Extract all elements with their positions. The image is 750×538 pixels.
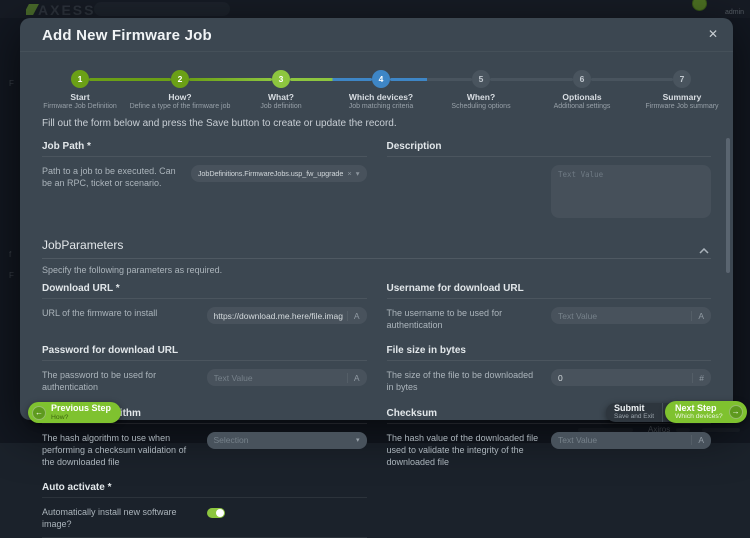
stepper-connector (189, 78, 272, 81)
text-type-icon: A (347, 373, 360, 383)
chevron-up-icon[interactable] (699, 241, 709, 259)
field-download-url: Download URL * URL of the firmware to in… (42, 276, 367, 338)
toggle-knob (216, 509, 224, 517)
previous-step-button[interactable]: ← Previous Step How? (28, 402, 121, 423)
section-title: JobParameters (42, 238, 711, 252)
stepper-connector (89, 78, 171, 81)
field-label: Auto activate * (42, 475, 367, 498)
job-parameters-section-header: JobParameters (42, 233, 711, 259)
step-7-sublabel: Firmware Job summary (620, 103, 744, 110)
arrow-right-icon: → (729, 405, 743, 419)
step-7-label: Summary (622, 92, 742, 102)
step-3-circle[interactable]: 3 (272, 70, 290, 88)
stepper-connector (290, 78, 372, 81)
file-size-input[interactable] (558, 373, 688, 383)
add-firmware-job-modal: Add New Firmware Job ✕ 1 2 3 4 5 6 7 Sta… (20, 18, 733, 420)
field-job-path: Job Path * Path to a job to be executed.… (42, 134, 367, 225)
arrow-left-icon: ← (32, 406, 46, 420)
section-subtitle: Specify the following parameters as requ… (42, 265, 711, 275)
button-label: Previous Step (51, 404, 111, 413)
checksum-input[interactable] (558, 435, 687, 445)
form-grid: Job Path * Path to a job to be executed.… (42, 134, 711, 538)
job-path-combobox[interactable]: JobDefinitions.FirmwareJobs.usp_fw_upgra… (191, 165, 367, 182)
text-type-icon: A (347, 311, 360, 321)
field-file-size: File size in bytes The size of the file … (387, 338, 712, 400)
step-2-circle[interactable]: 2 (171, 70, 189, 88)
username-input[interactable] (558, 311, 687, 321)
stepper-connector (490, 78, 573, 81)
job-path-value: JobDefinitions.FirmwareJobs.usp_fw_upgra… (198, 169, 343, 178)
field-label: Job Path * (42, 134, 367, 157)
field-help: The size of the file to be downloaded in… (387, 369, 540, 393)
field-help: URL of the firmware to install (42, 307, 195, 319)
button-label: Next Step (675, 404, 723, 413)
next-step-button[interactable]: Next Step Which devices? → (665, 401, 747, 423)
step-4-circle[interactable]: 4 (372, 70, 390, 88)
button-sublabel: Which devices? (675, 413, 723, 420)
field-help: The hash algorithm to use when performin… (42, 432, 195, 468)
stepper-connector (390, 78, 472, 81)
button-sublabel: Save and Exit (614, 414, 654, 421)
field-label: Password for download URL (42, 338, 367, 361)
field-label: Description (387, 134, 712, 157)
modal-title: Add New Firmware Job (42, 27, 711, 44)
button-sublabel: How? (51, 414, 111, 421)
step-6-circle[interactable]: 6 (573, 70, 591, 88)
clear-icon[interactable]: × (347, 169, 351, 178)
description-textarea[interactable] (551, 165, 711, 218)
field-help: Automatically install new software image… (42, 506, 195, 530)
field-label: File size in bytes (387, 338, 712, 361)
auto-activate-toggle[interactable] (207, 508, 225, 518)
modal-scrollbar[interactable] (726, 138, 730, 273)
text-type-icon: A (691, 311, 704, 321)
field-username: Username for download URL The username t… (387, 276, 712, 338)
dropdown-icon[interactable]: ▾ (356, 169, 360, 178)
form-intro-text: Fill out the form below and press the Sa… (42, 118, 711, 129)
step-5-circle[interactable]: 5 (472, 70, 490, 88)
field-description: Description (387, 134, 712, 225)
field-label: Username for download URL (387, 276, 712, 299)
stepper-connector (591, 78, 673, 81)
text-type-icon: A (691, 435, 704, 445)
field-help: The hash value of the downloaded file us… (387, 432, 540, 468)
field-label: Download URL * (42, 276, 367, 299)
field-auto-activate: Auto activate * Automatically install ne… (42, 475, 367, 538)
select-placeholder: Selection (214, 435, 352, 445)
field-help: The username to be used for authenticati… (387, 307, 540, 331)
field-help: The password to be used for authenticati… (42, 369, 195, 393)
number-type-icon: # (692, 373, 704, 383)
field-help: Path to a job to be executed. Can be an … (42, 165, 179, 189)
wizard-stepper: 1 2 3 4 5 6 7 Start How? What? Which dev… (20, 57, 733, 115)
modal-header: Add New Firmware Job ✕ (20, 18, 733, 52)
step-1-circle[interactable]: 1 (71, 70, 89, 88)
download-url-input[interactable] (214, 311, 343, 321)
close-icon[interactable]: ✕ (708, 27, 718, 41)
checksum-algorithm-select[interactable]: Selection ▾ (207, 432, 367, 449)
password-input[interactable] (214, 373, 343, 383)
field-password: Password for download URL The password t… (42, 338, 367, 400)
step-7-circle[interactable]: 7 (673, 70, 691, 88)
